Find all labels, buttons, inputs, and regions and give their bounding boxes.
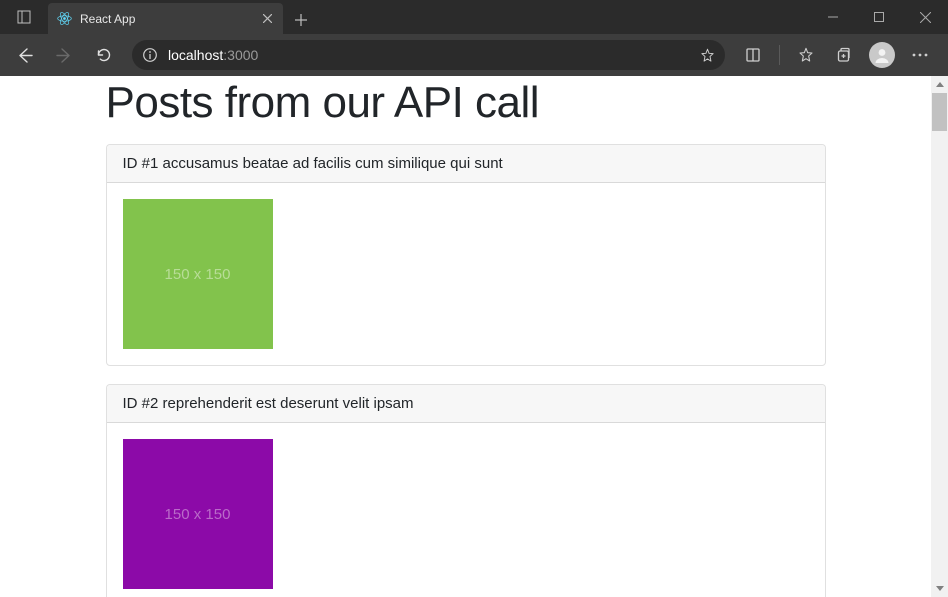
minimize-button[interactable] — [810, 0, 856, 34]
star-icon — [798, 47, 814, 63]
arrow-left-icon — [16, 47, 33, 64]
thumbnail-label: 150 x 150 — [165, 266, 231, 283]
more-button[interactable] — [902, 37, 938, 73]
arrow-right-icon — [56, 47, 73, 64]
scrollbar-thumb[interactable] — [932, 93, 947, 131]
profile-button[interactable] — [864, 37, 900, 73]
page-viewport: Posts from our API call ID #1 accusamus … — [0, 76, 948, 597]
minimize-icon — [828, 12, 838, 22]
info-icon — [143, 48, 157, 62]
post-card-body: 150 x 150 — [107, 183, 825, 365]
chevron-up-icon — [936, 82, 944, 87]
window-titlebar: React App — [0, 0, 948, 34]
avatar-icon — [869, 42, 895, 68]
tab-title: React App — [80, 12, 251, 26]
scrollbar-track[interactable] — [931, 93, 948, 580]
react-favicon — [56, 11, 72, 27]
maximize-icon — [874, 12, 884, 22]
post-thumbnail: 150 x 150 — [123, 439, 273, 589]
scroll-up-button[interactable] — [931, 76, 948, 93]
browser-toolbar: localhost:3000 — [0, 34, 948, 76]
post-id: ID #2 — [123, 395, 159, 412]
reload-button[interactable] — [86, 37, 122, 73]
scroll-down-button[interactable] — [931, 580, 948, 597]
close-icon — [920, 12, 931, 23]
forward-button[interactable] — [46, 37, 82, 73]
post-thumbnail: 150 x 150 — [123, 199, 273, 349]
post-id: ID #1 — [123, 155, 159, 172]
ellipsis-icon — [912, 53, 928, 57]
url-host: localhost — [168, 47, 223, 63]
thumbnail-label: 150 x 150 — [165, 506, 231, 523]
page-content: Posts from our API call ID #1 accusamus … — [106, 78, 826, 597]
post-card-header: ID #1 accusamus beatae ad facilis cum si… — [107, 145, 825, 183]
tab-actions-button[interactable] — [0, 0, 48, 34]
tab-close-button[interactable] — [259, 11, 275, 27]
tabstrip: React App — [48, 0, 810, 34]
close-window-button[interactable] — [902, 0, 948, 34]
post-card-header: ID #2 reprehenderit est deserunt velit i… — [107, 385, 825, 423]
page-scrollarea[interactable]: Posts from our API call ID #1 accusamus … — [0, 76, 931, 597]
back-button[interactable] — [6, 37, 42, 73]
read-aloud-button[interactable] — [735, 37, 771, 73]
chevron-down-icon — [936, 586, 944, 591]
address-bar[interactable]: localhost:3000 — [132, 40, 725, 70]
page-title: Posts from our API call — [106, 78, 826, 128]
post-title: accusamus beatae ad facilis cum similiqu… — [163, 155, 503, 172]
favorite-button[interactable] — [699, 47, 715, 63]
toolbar-separator — [779, 45, 780, 65]
tab-actions-icon — [17, 10, 31, 24]
url-text: localhost:3000 — [168, 47, 689, 63]
site-info-button[interactable] — [142, 47, 158, 63]
post-card: ID #1 accusamus beatae ad facilis cum si… — [106, 144, 826, 366]
collections-button[interactable] — [826, 37, 862, 73]
plus-icon — [295, 14, 307, 26]
book-icon — [745, 47, 761, 63]
post-card: ID #2 reprehenderit est deserunt velit i… — [106, 384, 826, 597]
post-card-body: 150 x 150 — [107, 423, 825, 597]
post-title: reprehenderit est deserunt velit ipsam — [163, 395, 414, 412]
new-tab-button[interactable] — [287, 6, 315, 34]
vertical-scrollbar[interactable] — [931, 76, 948, 597]
favorites-button[interactable] — [788, 37, 824, 73]
collections-icon — [836, 47, 852, 63]
window-controls — [810, 0, 948, 34]
toolbar-right — [735, 37, 942, 73]
reload-icon — [96, 47, 112, 63]
url-rest: :3000 — [223, 47, 258, 63]
close-icon — [263, 14, 272, 23]
star-plus-icon — [700, 48, 715, 63]
tab-react-app[interactable]: React App — [48, 3, 283, 34]
maximize-button[interactable] — [856, 0, 902, 34]
